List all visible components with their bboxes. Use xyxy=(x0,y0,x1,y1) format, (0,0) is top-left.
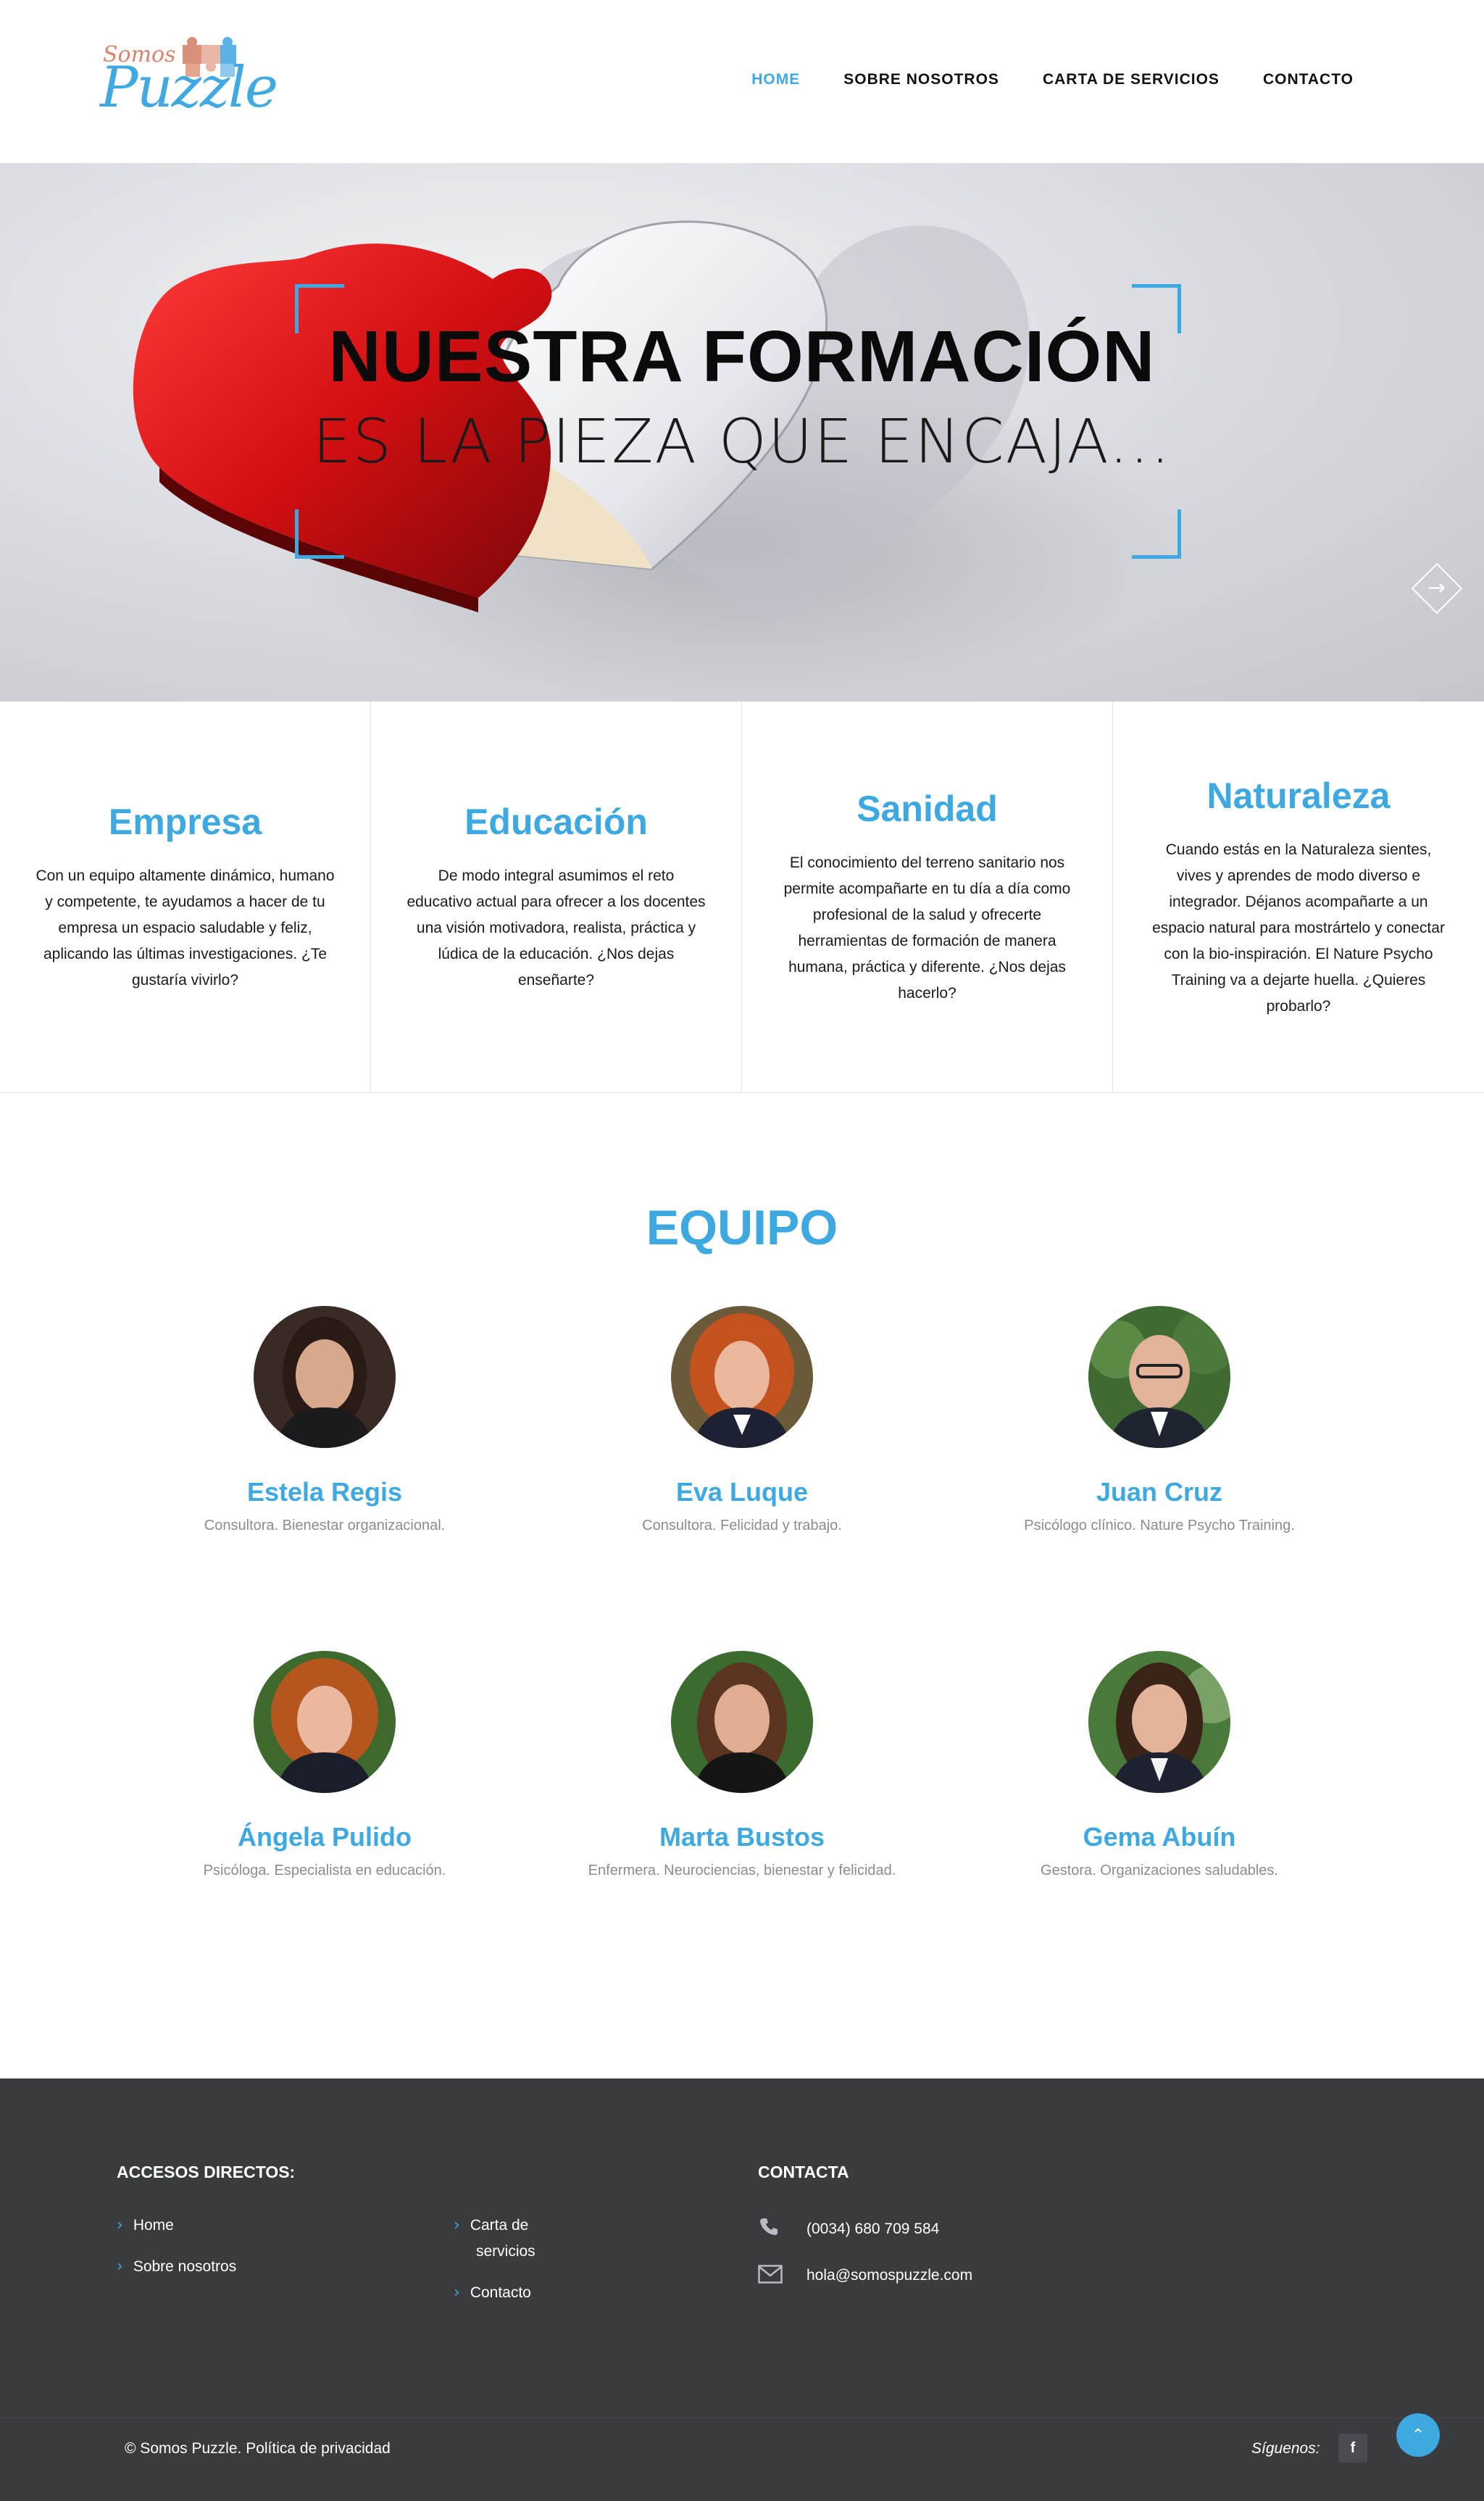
service-text: Cuando estás en la Naturaleza sientes, v… xyxy=(1152,841,1445,1015)
nav-contacto[interactable]: CONTACTO xyxy=(1263,71,1354,88)
member-name: Eva Luque xyxy=(675,1477,809,1507)
member-name: Juan Cruz xyxy=(1096,1477,1223,1507)
main-nav: HOME SOBRE NOSOTROS CARTA DE SERVICIOS C… xyxy=(708,71,1354,88)
chevron-right-icon: › xyxy=(454,2216,460,2234)
member-name: Gema Abuín xyxy=(1083,1822,1236,1852)
footer-link-sobre-nosotros[interactable]: › Sobre nosotros xyxy=(117,2254,236,2280)
contact-title: CONTACTA xyxy=(758,2163,849,2181)
member-role: Consultora. Felicidad y trabajo. xyxy=(642,1518,842,1534)
contact-phone[interactable]: (0034) 680 709 584 xyxy=(806,2221,939,2238)
avatar xyxy=(671,1306,813,1448)
footer-link-home[interactable]: › Home xyxy=(117,2213,174,2239)
envelope-icon xyxy=(758,2265,783,2284)
scroll-to-top-button[interactable]: ⌃ xyxy=(1396,2413,1440,2457)
hero-title: NUESTRA FORMACIÓN xyxy=(328,316,1156,397)
service-title: Sanidad xyxy=(856,788,998,829)
footer-bottom-bar xyxy=(0,2418,1484,2501)
phone-icon xyxy=(760,2218,778,2235)
avatar xyxy=(254,1651,396,1793)
team-member: Juan Cruz Psicólogo clínico. Nature Psyc… xyxy=(978,1306,1341,1534)
service-sanidad: Sanidad El conocimiento del terreno sani… xyxy=(742,702,1113,1093)
service-text: Con un equipo altamente dinámico, humano… xyxy=(36,867,335,989)
member-name: Marta Bustos xyxy=(659,1822,825,1852)
service-text: El conocimiento del terreno sanitario no… xyxy=(783,854,1071,1002)
copyright-text[interactable]: © Somos Puzzle. Política de privacidad xyxy=(125,2440,391,2458)
service-title: Empresa xyxy=(108,802,262,842)
service-educacion: Educación De modo integral asumimos el r… xyxy=(371,702,742,1093)
services-section: Empresa Con un equipo altamente dinámico… xyxy=(0,702,1484,1093)
chevron-right-icon: › xyxy=(117,2216,123,2234)
avatar xyxy=(254,1306,396,1448)
team-member: Marta Bustos Enfermera. Neurociencias, b… xyxy=(561,1651,923,1879)
team-member: Estela Regis Consultora. Bienestar organ… xyxy=(143,1306,506,1534)
member-role: Consultora. Bienestar organizacional. xyxy=(204,1518,446,1534)
follow-label: Síguenos: xyxy=(1251,2440,1320,2457)
member-role: Psicólogo clínico. Nature Psycho Trainin… xyxy=(1024,1518,1295,1534)
footer-link-carta-de-servicios-line2[interactable]: servicios xyxy=(476,2239,535,2265)
footer-link-label: servicios xyxy=(476,2243,535,2260)
footer-link-contacto[interactable]: › Contacto xyxy=(454,2280,531,2306)
site-header: Somos Puzzle HOME SOBRE NOSOTROS CARTA D… xyxy=(0,0,1484,163)
service-text: De modo integral asumimos el reto educat… xyxy=(407,867,706,989)
nav-sobre-nosotros[interactable]: SOBRE NOSOTROS xyxy=(843,71,999,88)
hero-subtitle: ES LA PIEZA QUE ENCAJA... xyxy=(312,406,1172,477)
facebook-icon[interactable]: f xyxy=(1338,2434,1367,2463)
member-name: Ángela Pulido xyxy=(237,1822,412,1852)
member-role: Gestora. Organizaciones saludables. xyxy=(1041,1863,1278,1878)
team-member: Eva Luque Consultora. Felicidad y trabaj… xyxy=(561,1306,923,1534)
footer-link-label: Home xyxy=(133,2217,174,2234)
team-member: Gema Abuín Gestora. Organizaciones salud… xyxy=(978,1651,1341,1879)
member-role: Enfermera. Neurociencias, bienestar y fe… xyxy=(588,1863,896,1878)
team-member: Ángela Pulido Psicóloga. Especialista en… xyxy=(143,1651,506,1879)
avatar xyxy=(671,1651,813,1793)
footer-link-label: Contacto xyxy=(470,2284,531,2301)
frame-corner-bottom-right xyxy=(1132,509,1181,559)
service-empresa: Empresa Con un equipo altamente dinámico… xyxy=(0,702,371,1093)
service-naturaleza: Naturaleza Cuando estás en la Naturaleza… xyxy=(1113,702,1484,1093)
site-footer: ACCESOS DIRECTOS: › Home › Sobre nosotros … xyxy=(0,2078,1484,2501)
footer-link-carta-de-servicios[interactable]: › Carta de xyxy=(454,2213,528,2239)
chevron-right-icon: › xyxy=(117,2257,123,2276)
team-title: EQUIPO xyxy=(646,1200,838,1255)
frame-corner-bottom-left xyxy=(295,509,344,559)
service-title: Educación xyxy=(464,802,648,842)
chevron-right-icon: › xyxy=(454,2284,460,2302)
nav-home[interactable]: HOME xyxy=(751,71,800,88)
service-title: Naturaleza xyxy=(1206,775,1391,816)
chevron-up-icon: ⌃ xyxy=(1411,2426,1425,2444)
avatar xyxy=(1088,1306,1230,1448)
member-name: Estela Regis xyxy=(246,1477,403,1507)
logo[interactable]: Somos Puzzle xyxy=(100,35,278,129)
nav-carta-de-servicios[interactable]: CARTA DE SERVICIOS xyxy=(1043,71,1220,88)
footer-link-label: Carta de xyxy=(470,2217,529,2234)
arrow-right-icon: → xyxy=(1427,575,1446,601)
member-role: Psicóloga. Especialista en educación. xyxy=(203,1863,446,1878)
avatar xyxy=(1088,1651,1230,1793)
shortcuts-title: ACCESOS DIRECTOS: xyxy=(117,2163,296,2181)
logo-main-text: Puzzle xyxy=(100,55,278,120)
footer-link-label: Sobre nosotros xyxy=(133,2258,237,2275)
contact-email[interactable]: hola@somospuzzle.com xyxy=(806,2267,972,2284)
hero-slider: NUESTRA FORMACIÓN ES LA PIEZA QUE ENCAJA… xyxy=(0,163,1484,702)
